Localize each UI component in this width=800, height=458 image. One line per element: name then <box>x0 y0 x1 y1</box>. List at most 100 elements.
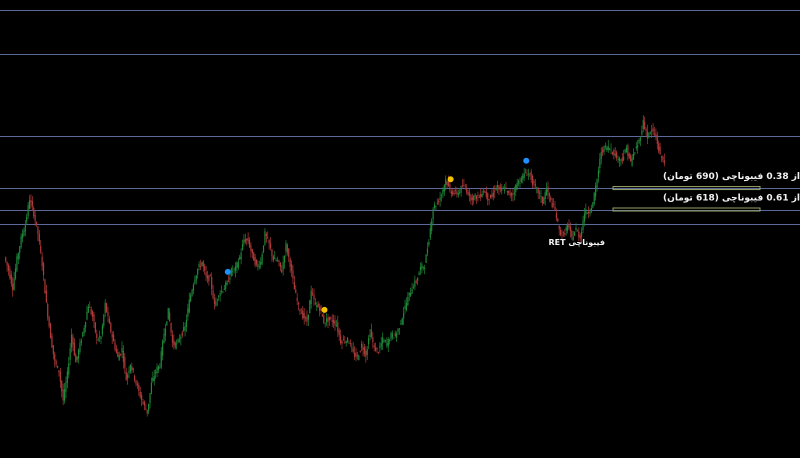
candle-body <box>659 146 661 155</box>
candle-body <box>139 391 141 398</box>
candle-body <box>645 129 647 131</box>
candle-body <box>69 348 71 360</box>
candle-body <box>150 382 153 394</box>
candle-body <box>101 325 103 335</box>
candle-body <box>91 311 94 317</box>
candle-body <box>582 220 584 231</box>
candle-body <box>440 194 443 196</box>
candle-body <box>247 237 249 242</box>
candle-body <box>359 351 361 352</box>
candle-body <box>246 238 248 241</box>
candle-body <box>555 213 558 219</box>
candle-body <box>20 236 22 248</box>
candle-body <box>63 389 66 401</box>
candle-body <box>211 277 213 290</box>
candle-body <box>232 270 234 272</box>
candle-body <box>314 303 316 304</box>
candle-body <box>264 231 266 245</box>
candle-body <box>218 296 220 298</box>
candle-body <box>42 263 45 276</box>
candle-body <box>449 184 451 191</box>
candle-body <box>501 188 503 191</box>
candle-body <box>422 266 424 268</box>
candle-body <box>561 235 563 236</box>
candle-body <box>564 233 566 235</box>
candle-body <box>375 347 377 352</box>
candle-body <box>124 356 126 368</box>
candle-body <box>285 242 287 252</box>
candle-body <box>461 185 464 187</box>
candle-body <box>87 306 89 313</box>
candle-body <box>255 259 258 265</box>
candle-body <box>149 393 151 404</box>
candle-body <box>581 231 583 237</box>
candle-body <box>442 189 444 194</box>
candle-body <box>195 275 197 281</box>
candle-body <box>648 132 650 138</box>
candle-body <box>317 303 319 308</box>
candle-body <box>426 248 429 254</box>
candle-body <box>177 339 179 343</box>
candle-body <box>499 186 501 189</box>
candle-body <box>23 230 25 237</box>
candle-body <box>557 218 559 222</box>
candle-body <box>342 339 345 341</box>
candle-body <box>70 334 73 348</box>
candle-body <box>28 200 31 209</box>
candle-body <box>571 230 573 237</box>
candle-body <box>56 366 59 368</box>
candle-body <box>433 204 436 209</box>
candle-body <box>452 191 454 195</box>
candle-body <box>477 194 479 197</box>
candle-body <box>478 197 480 198</box>
candle-body <box>143 401 146 406</box>
candle-body <box>436 202 438 204</box>
candle-body <box>131 366 133 370</box>
candle-body <box>562 232 565 234</box>
candle-body <box>529 173 531 175</box>
candle-body <box>58 370 60 373</box>
signal-dot-yellow <box>321 306 328 313</box>
candle-body <box>76 356 78 360</box>
candle-body <box>212 290 214 299</box>
candle-body <box>295 289 297 293</box>
candle-body <box>464 188 466 189</box>
candle-body <box>240 252 242 260</box>
candle-body <box>313 294 315 300</box>
candle-body <box>309 300 311 314</box>
candle-body <box>522 175 524 180</box>
candle-body <box>625 147 628 153</box>
candle-body <box>425 254 427 263</box>
candle-body <box>135 380 137 384</box>
candle-body <box>470 194 472 201</box>
candle-body <box>132 368 134 371</box>
candle-body <box>485 191 487 197</box>
candle-body <box>190 295 192 302</box>
candle-body <box>530 171 532 180</box>
candle-body <box>658 143 660 151</box>
candle-body <box>331 320 333 322</box>
candle-body <box>421 264 423 269</box>
candle-body <box>51 335 53 348</box>
candle-body <box>607 146 609 151</box>
candle-body <box>609 148 611 150</box>
candle-body <box>307 314 309 320</box>
candle-body <box>515 185 517 192</box>
candle-body <box>205 272 207 277</box>
candle-body <box>90 308 92 315</box>
candle-body <box>348 342 350 344</box>
candle-body <box>662 156 664 160</box>
candle-body <box>234 266 237 271</box>
candle-body <box>370 329 373 337</box>
candle-body <box>302 310 304 319</box>
candle-body <box>599 158 601 169</box>
candle-body <box>156 367 158 374</box>
candle-body <box>248 239 251 248</box>
candle-body <box>194 280 196 284</box>
candle-body <box>424 267 426 269</box>
candle-body <box>105 303 108 312</box>
candle-body <box>183 327 185 331</box>
candle-body <box>267 237 269 239</box>
candle-body <box>233 268 235 270</box>
candle-body <box>663 160 665 164</box>
